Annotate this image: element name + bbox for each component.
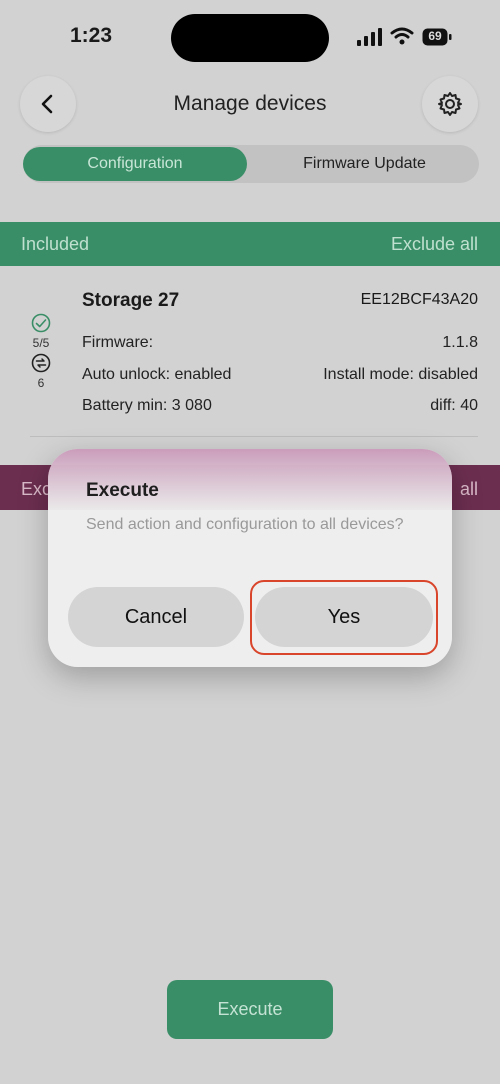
wifi-icon — [390, 27, 414, 45]
yes-button-highlight — [250, 580, 438, 655]
excluded-label: Exc — [21, 479, 52, 499]
status-count: 5/5 — [32, 336, 50, 350]
execute-button[interactable]: Execute — [167, 980, 333, 1039]
dialog-title: Execute — [86, 480, 159, 501]
diff-value: diff: 40 — [430, 397, 478, 414]
status-time: 1:23 — [70, 24, 113, 47]
cancel-button[interactable]: Cancel — [68, 587, 244, 647]
battery-level: 69 — [428, 29, 442, 43]
divider — [30, 436, 478, 437]
firmware-label: Firmware: — [82, 334, 154, 351]
cellular-signal-icon — [357, 28, 382, 46]
battery-min-value: Battery min: 3 080 — [82, 397, 212, 414]
battery-icon: 69 — [422, 28, 452, 46]
device-name: Storage 27 — [82, 290, 180, 311]
tab-configuration[interactable]: Configuration — [23, 147, 247, 181]
dynamic-island — [171, 14, 329, 62]
exclude-all-button[interactable]: Exclude all — [391, 234, 478, 255]
include-all-button[interactable]: all — [460, 479, 478, 500]
install-mode-status: Install mode: disabled — [323, 366, 478, 383]
check-circle-icon — [31, 313, 51, 333]
sync-icon — [31, 353, 51, 373]
sync-count: 6 — [37, 376, 45, 390]
device-id: EE12BCF43A20 — [360, 291, 478, 308]
auto-unlock-status: Auto unlock: enabled — [82, 366, 232, 383]
included-label: Included — [21, 234, 90, 254]
firmware-value: 1.1.8 — [442, 334, 478, 351]
dialog-message: Send action and configuration to all dev… — [86, 516, 404, 533]
gear-icon — [438, 92, 462, 116]
settings-button[interactable] — [422, 76, 478, 132]
tab-firmware-update[interactable]: Firmware Update — [250, 147, 479, 181]
